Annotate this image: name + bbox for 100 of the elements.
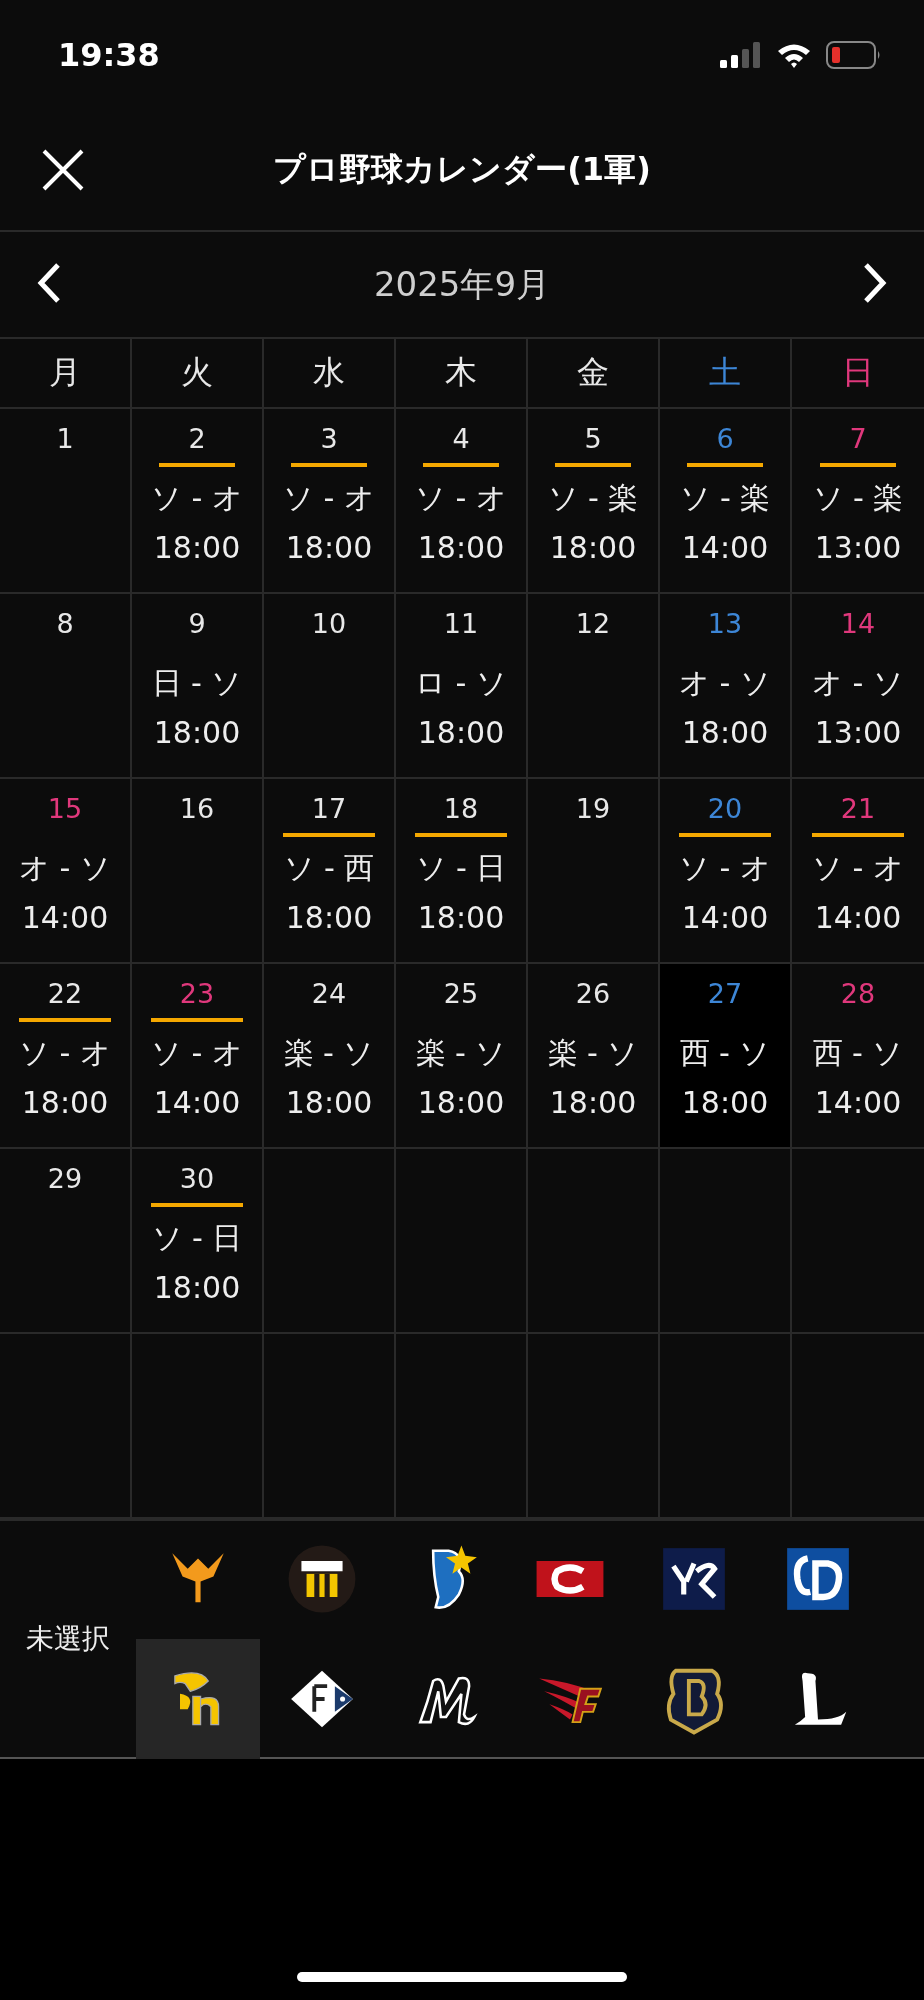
game-time: 18:00: [21, 1084, 109, 1122]
day-cell[interactable]: 9 日 - ソ 18:00: [132, 594, 264, 779]
striped-circle-icon: [286, 1543, 358, 1615]
day-number: 5: [555, 421, 631, 467]
day-number: 25: [442, 977, 480, 1011]
game-time: 13:00: [814, 714, 902, 752]
day-cell[interactable]: 13 オ - ソ 18:00: [660, 594, 792, 779]
day-number: 22: [18, 976, 112, 1022]
day-cell[interactable]: 30 ソ - 日 18:00: [132, 1149, 264, 1334]
game-time: 18:00: [153, 714, 241, 752]
day-cell[interactable]: 17 ソ - 西 18:00: [264, 779, 396, 964]
day-cell[interactable]: 12: [528, 594, 660, 779]
game-matchup: ソ - 日: [151, 1219, 243, 1257]
game-matchup: ソ - オ: [679, 849, 771, 887]
day-number: 2: [159, 421, 235, 467]
day-cell[interactable]: 4 ソ - オ 18:00: [396, 409, 528, 594]
day-number: 14: [839, 607, 877, 641]
game-time: 18:00: [549, 1084, 637, 1122]
day-number: 15: [46, 792, 84, 826]
day-cell[interactable]: 1: [0, 409, 132, 594]
game-matchup: ソ - 楽: [679, 479, 771, 517]
day-number: 10: [310, 607, 348, 641]
day-cell[interactable]: 14 オ - ソ 13:00: [792, 594, 924, 779]
team-button[interactable]: [136, 1639, 260, 1759]
game-time: 18:00: [681, 1084, 769, 1122]
game-time: 18:00: [285, 529, 373, 567]
weekday-label: 火: [181, 352, 213, 393]
day-cell[interactable]: 6 ソ - 楽 14:00: [660, 409, 792, 594]
day-cell[interactable]: 22 ソ - オ 18:00: [0, 964, 132, 1149]
game-time: 14:00: [21, 899, 109, 937]
day-number: 16: [178, 792, 216, 826]
day-cell[interactable]: 16: [132, 779, 264, 964]
day-cell[interactable]: 21 ソ - オ 14:00: [792, 779, 924, 964]
game-matchup: ソ - 楽: [547, 479, 639, 517]
day-number: 21: [811, 791, 905, 837]
day-cell[interactable]: 28 西 - ソ 14:00: [792, 964, 924, 1149]
weekday-label: 金: [577, 352, 609, 393]
game-matchup: ソ - オ: [151, 479, 243, 517]
screen-title: プロ野球カレンダー(1軍): [272, 149, 652, 190]
day-number: 29: [46, 1162, 84, 1196]
game-matchup: ソ - オ: [415, 479, 507, 517]
game-matchup: 日 - ソ: [151, 664, 243, 702]
game-time: 14:00: [814, 899, 902, 937]
game-time: 18:00: [285, 1084, 373, 1122]
game-matchup: 西 - ソ: [812, 1034, 904, 1072]
game-time: 13:00: [814, 529, 902, 567]
day-cell[interactable]: 15 オ - ソ 14:00: [0, 779, 132, 964]
weekday-label: 木: [445, 352, 477, 393]
game-time: 18:00: [153, 1269, 241, 1307]
day-cell[interactable]: 25 楽 - ソ 18:00: [396, 964, 528, 1149]
day-number: 28: [839, 977, 877, 1011]
game-time: 18:00: [417, 529, 505, 567]
day-number: 4: [423, 421, 499, 467]
day-number: 6: [687, 421, 763, 467]
game-matchup: ロ - ソ: [415, 664, 507, 702]
day-number: 20: [678, 791, 772, 837]
day-cell[interactable]: 18 ソ - 日 18:00: [396, 779, 528, 964]
day-cell[interactable]: 24 楽 - ソ 18:00: [264, 964, 396, 1149]
game-matchup: 楽 - ソ: [283, 1034, 375, 1072]
selected-day-cell[interactable]: 27 西 - ソ 18:00: [660, 964, 792, 1149]
day-number: 30: [150, 1161, 244, 1207]
status-time: 19:38: [58, 36, 160, 74]
day-cell[interactable]: 23 ソ - オ 14:00: [132, 964, 264, 1149]
signal-icon: [720, 42, 762, 68]
day-number: 11: [442, 607, 480, 641]
day-number: 7: [820, 421, 896, 467]
day-number: 3: [291, 421, 367, 467]
day-cell[interactable]: 2 ソ - オ 18:00: [132, 409, 264, 594]
weekday-label: 月: [49, 352, 81, 393]
game-time: 14:00: [814, 1084, 902, 1122]
day-cell[interactable]: 7 ソ - 楽 13:00: [792, 409, 924, 594]
wifi-icon: [776, 42, 812, 68]
battery-icon: [826, 41, 882, 69]
game-time: 14:00: [681, 529, 769, 567]
game-matchup: ソ - 西: [283, 849, 375, 887]
game-matchup: オ - ソ: [19, 849, 111, 887]
filter-label: 未選択: [25, 1621, 111, 1657]
game-time: 18:00: [285, 899, 373, 937]
game-time: 18:00: [153, 529, 241, 567]
day-cell[interactable]: 10: [264, 594, 396, 779]
day-cell[interactable]: 8: [0, 594, 132, 779]
day-cell[interactable]: 29: [0, 1149, 132, 1334]
game-time: 18:00: [417, 1084, 505, 1122]
day-cell[interactable]: 5 ソ - 楽 18:00: [528, 409, 660, 594]
day-number: 19: [574, 792, 612, 826]
day-number: 1: [55, 422, 75, 456]
month-label: 2025年9月: [373, 262, 551, 306]
game-time: 14:00: [681, 899, 769, 937]
day-cell[interactable]: 19: [528, 779, 660, 964]
game-matchup: 西 - ソ: [679, 1034, 771, 1072]
day-cell[interactable]: 11 ロ - ソ 18:00: [396, 594, 528, 779]
game-time: 18:00: [549, 529, 637, 567]
weekday-label: 日: [842, 352, 874, 393]
day-number: 8: [55, 607, 75, 641]
day-cell[interactable]: 3 ソ - オ 18:00: [264, 409, 396, 594]
day-number: 13: [706, 607, 744, 641]
weekday-label: 土: [709, 352, 741, 393]
game-matchup: ソ - オ: [151, 1034, 243, 1072]
day-number: 18: [414, 791, 508, 837]
close-button[interactable]: [40, 147, 86, 193]
